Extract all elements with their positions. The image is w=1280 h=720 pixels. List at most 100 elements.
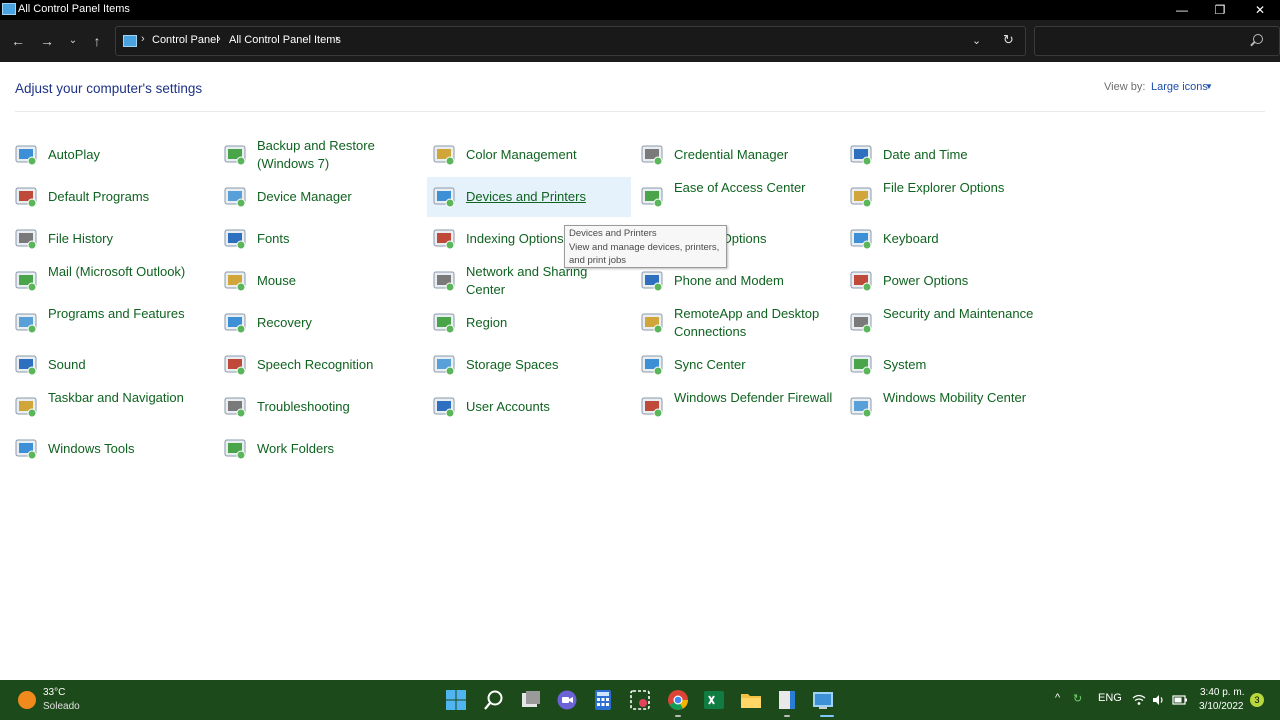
control-panel-item-label[interactable]: Date and Time [883, 146, 1043, 164]
chrome-icon[interactable] [666, 688, 690, 712]
control-panel-item[interactable]: Mail (Microsoft Outlook) [9, 261, 213, 301]
control-panel-item-label[interactable]: Programs and Features [48, 305, 208, 323]
control-panel-item-label[interactable]: Phone and Modem [674, 272, 834, 290]
chat-icon[interactable] [555, 688, 579, 712]
refresh-icon[interactable]: ↻ [1003, 32, 1014, 48]
restore-button[interactable]: ❐ [1200, 0, 1240, 20]
search-input[interactable] [1034, 26, 1280, 56]
control-panel-item-label[interactable]: Storage Spaces [466, 356, 626, 374]
task-view-icon[interactable] [519, 688, 543, 712]
control-panel-item[interactable]: Credential Manager [635, 135, 839, 175]
address-history-chevron-icon[interactable]: ⌄ [972, 34, 981, 47]
control-panel-item[interactable]: Storage Spaces [427, 345, 631, 385]
control-panel-item-label[interactable]: File History [48, 230, 208, 248]
minimize-button[interactable]: — [1162, 0, 1202, 20]
calculator-icon[interactable] [591, 688, 615, 712]
control-panel-item-label[interactable]: Windows Tools [48, 440, 208, 458]
control-panel-item-label[interactable]: System [883, 356, 1043, 374]
control-panel-item[interactable]: Windows Defender Firewall [635, 387, 839, 427]
close-button[interactable]: ✕ [1240, 0, 1280, 20]
control-panel-item[interactable]: Work Folders [218, 429, 422, 469]
control-panel-item-label[interactable]: Power Options [883, 272, 1043, 290]
clock-time[interactable]: 3:40 p. m. [1200, 687, 1244, 698]
control-panel-item-label[interactable]: Default Programs [48, 188, 208, 206]
file-explorer-icon[interactable] [739, 688, 763, 712]
view-by-dropdown[interactable]: Large icons [1151, 81, 1208, 93]
weather-description[interactable]: Soleado [43, 701, 80, 712]
snipping-tool-icon[interactable] [628, 688, 652, 712]
control-panel-item[interactable]: Sync Center [635, 345, 839, 385]
weather-temperature[interactable]: 33°C [43, 687, 65, 698]
forward-button[interactable]: → [36, 30, 58, 52]
breadcrumb-separator[interactable]: › [335, 33, 339, 45]
control-panel-item[interactable]: Region [427, 303, 631, 343]
sync-icon[interactable]: ↻ [1073, 692, 1082, 705]
control-panel-item[interactable]: Date and Time [844, 135, 1048, 175]
breadcrumb-all-items[interactable]: All Control Panel Items [229, 34, 341, 46]
control-panel-item[interactable]: Taskbar and Navigation [9, 387, 213, 427]
clock-date[interactable]: 3/10/2022 [1199, 701, 1244, 712]
control-panel-item[interactable]: Troubleshooting [218, 387, 422, 427]
control-panel-item-label[interactable]: User Accounts [466, 398, 626, 416]
control-panel-item-label[interactable]: Ease of Access Center [674, 179, 834, 197]
control-panel-item[interactable]: Color Management [427, 135, 631, 175]
control-panel-item-label[interactable]: Backup and Restore (Windows 7) [257, 137, 417, 173]
volume-icon[interactable] [1152, 693, 1166, 707]
address-bar[interactable]: › Control Panel › All Control Panel Item… [115, 26, 1026, 56]
control-panel-item-label[interactable]: Windows Mobility Center [883, 389, 1043, 407]
control-panel-item-label[interactable]: Color Management [466, 146, 626, 164]
control-panel-item[interactable]: User Accounts [427, 387, 631, 427]
control-panel-item[interactable]: AutoPlay [9, 135, 213, 175]
control-panel-item-label[interactable]: RemoteApp and Desktop Connections [674, 305, 834, 341]
control-panel-item-label[interactable]: Recovery [257, 314, 417, 332]
control-panel-item-label[interactable]: Security and Maintenance [883, 305, 1043, 323]
control-panel-item[interactable]: Device Manager [218, 177, 422, 217]
control-panel-item[interactable]: Fonts [218, 219, 422, 259]
control-panel-item[interactable]: Windows Tools [9, 429, 213, 469]
control-panel-item[interactable]: Default Programs [9, 177, 213, 217]
wifi-icon[interactable] [1132, 693, 1146, 707]
back-button[interactable]: ← [7, 30, 29, 52]
breadcrumb-separator[interactable]: › [141, 33, 145, 45]
control-panel-item-label[interactable]: Windows Defender Firewall [674, 389, 834, 407]
control-panel-item-label[interactable]: Fonts [257, 230, 417, 248]
control-panel-item[interactable]: Backup and Restore (Windows 7) [218, 135, 422, 175]
control-panel-item-label[interactable]: AutoPlay [48, 146, 208, 164]
control-panel-item[interactable]: Devices and Printers [427, 177, 631, 217]
control-panel-item[interactable]: File History [9, 219, 213, 259]
control-panel-item[interactable]: System [844, 345, 1048, 385]
notepad-icon[interactable] [775, 688, 799, 712]
control-panel-item[interactable]: File Explorer Options [844, 177, 1048, 217]
control-panel-item[interactable]: RemoteApp and Desktop Connections [635, 303, 839, 343]
control-panel-item-label[interactable]: Speech Recognition [257, 356, 417, 374]
up-button[interactable]: ↑ [86, 30, 108, 52]
control-panel-item-label[interactable]: Mail (Microsoft Outlook) [48, 263, 208, 281]
control-panel-item[interactable]: Windows Mobility Center [844, 387, 1048, 427]
control-panel-item-label[interactable]: Sync Center [674, 356, 834, 374]
chevron-down-icon[interactable]: ▼ [1205, 82, 1213, 91]
control-panel-item[interactable]: Mouse [218, 261, 422, 301]
show-hidden-icons-chevron-icon[interactable]: ^ [1055, 692, 1060, 704]
control-panel-item-label[interactable]: Device Manager [257, 188, 417, 206]
search-icon[interactable] [482, 688, 506, 712]
breadcrumb-separator[interactable]: › [217, 33, 221, 45]
control-panel-item[interactable]: Keyboard [844, 219, 1048, 259]
battery-icon[interactable] [1172, 693, 1188, 707]
control-panel-item-label[interactable]: Region [466, 314, 626, 332]
control-panel-item[interactable]: Power Options [844, 261, 1048, 301]
control-panel-item[interactable]: Recovery [218, 303, 422, 343]
start-icon[interactable] [444, 688, 468, 712]
control-panel-item-label[interactable]: Network and Sharing Center [466, 263, 626, 299]
control-panel-icon[interactable] [811, 688, 835, 712]
control-panel-item[interactable]: Sound [9, 345, 213, 385]
control-panel-item-label[interactable]: Credential Manager [674, 146, 834, 164]
control-panel-item-label[interactable]: Sound [48, 356, 208, 374]
control-panel-item-label[interactable]: Taskbar and Navigation [48, 389, 208, 407]
control-panel-item-label[interactable]: Mouse [257, 272, 417, 290]
control-panel-item-label[interactable]: Devices and Printers [466, 188, 626, 206]
sun-icon[interactable] [18, 691, 36, 709]
excel-icon[interactable] [702, 688, 726, 712]
language-indicator[interactable]: ENG [1098, 692, 1122, 704]
notification-badge[interactable]: 3 [1250, 693, 1264, 707]
control-panel-item-label[interactable]: File Explorer Options [883, 179, 1043, 197]
